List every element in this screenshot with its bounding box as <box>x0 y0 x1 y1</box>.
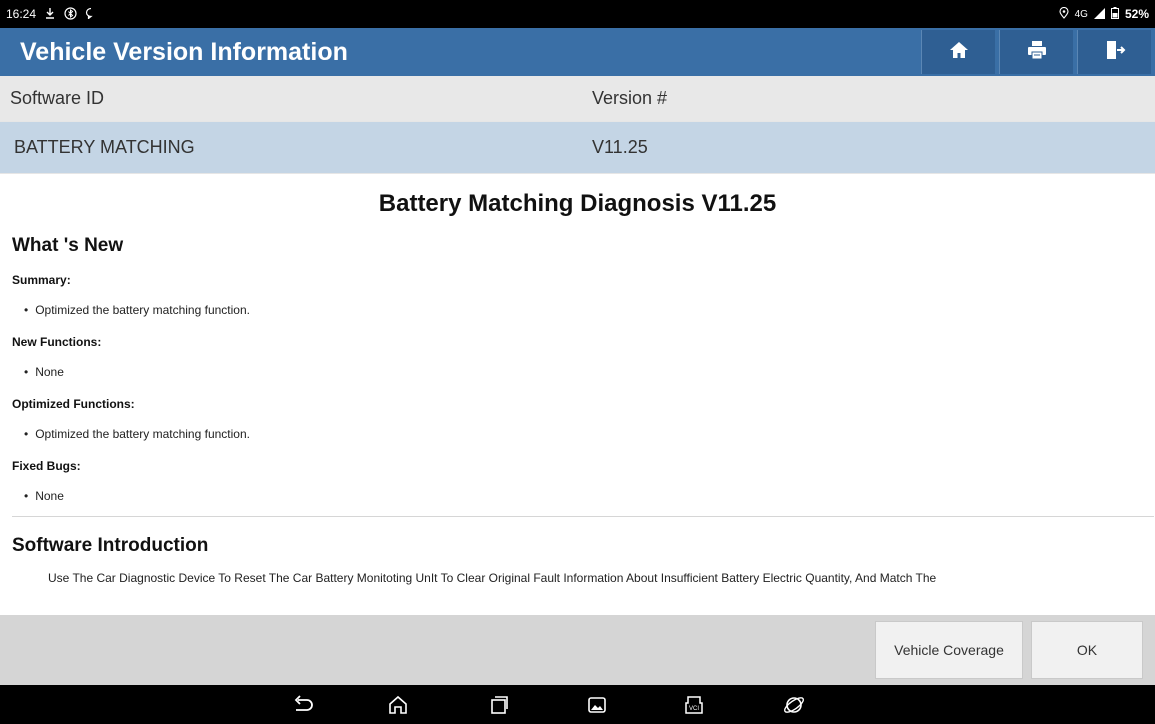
ok-button[interactable]: OK <box>1031 621 1143 679</box>
chat-icon <box>85 7 97 21</box>
list-item: • None <box>24 489 64 503</box>
back-icon[interactable] <box>291 693 315 717</box>
table-cell: BATTERY MATCHING <box>14 137 195 157</box>
list-item: • None <box>24 365 64 379</box>
list-item: • Optimized the battery matching function… <box>24 427 250 441</box>
print-button[interactable] <box>999 30 1073 74</box>
section-label: Fixed Bugs: <box>12 459 81 473</box>
home-icon <box>949 40 969 65</box>
list-item: • Optimized the battery matching function… <box>24 303 250 317</box>
divider <box>12 516 1154 517</box>
document-title: Battery Matching Diagnosis V11.25 <box>378 190 777 217</box>
print-icon <box>1026 39 1048 66</box>
location-icon <box>1059 6 1069 21</box>
section-label: New Functions: <box>12 335 102 349</box>
table-row[interactable]: BATTERY MATCHING V11.25 <box>0 122 1155 174</box>
list-item-text: None <box>35 365 64 379</box>
list-item-text: Optimized the battery matching function. <box>35 303 250 317</box>
signal-icon <box>1093 7 1105 21</box>
whats-new-heading: What 's New <box>12 235 124 256</box>
intro-heading: Software Introduction <box>12 535 209 556</box>
battery-icon <box>1110 7 1119 21</box>
bluetooth-icon <box>64 6 77 22</box>
screenshot-icon[interactable] <box>585 693 609 717</box>
bottom-action-bar: Vehicle Coverage OK <box>0 615 1155 685</box>
section-label: Optimized Functions: <box>12 397 135 411</box>
table-cell: V11.25 <box>592 137 648 157</box>
exit-button[interactable] <box>1077 30 1151 74</box>
home-button[interactable] <box>921 30 995 74</box>
page-title: Vehicle Version Information <box>20 37 348 66</box>
exit-icon <box>1104 39 1126 66</box>
section-label: Summary: <box>12 273 71 287</box>
list-item-text: None <box>35 489 64 503</box>
vci-icon[interactable]: VCI <box>682 693 706 717</box>
intro-text: Use The Car Diagnostic Device To Reset T… <box>48 571 937 585</box>
network-type: 4G <box>1074 8 1088 20</box>
battery-level: 52% <box>1124 7 1149 21</box>
svg-text:VCI: VCI <box>689 706 699 712</box>
release-notes[interactable]: Battery Matching Diagnosis V11.25 What '… <box>0 178 1155 615</box>
list-item-text: Optimized the battery matching function. <box>35 427 250 441</box>
recents-icon[interactable] <box>487 693 511 717</box>
status-bar: 16:24 4G 52% <box>0 0 1155 28</box>
vehicle-coverage-button[interactable]: Vehicle Coverage <box>875 621 1023 679</box>
column-header: Software ID <box>10 88 105 108</box>
title-actions <box>921 28 1155 76</box>
home-icon[interactable] <box>386 693 410 717</box>
navigation-bar: VCI <box>0 685 1155 724</box>
browser-icon[interactable] <box>782 693 806 717</box>
software-table: Software ID Version # BATTERY MATCHING V… <box>0 76 1155 174</box>
title-bar: Vehicle Version Information <box>0 28 1155 76</box>
column-header: Version # <box>592 88 668 108</box>
download-icon <box>44 7 56 21</box>
clock: 16:24 <box>6 7 37 21</box>
table-header: Software ID Version # <box>0 76 1155 122</box>
